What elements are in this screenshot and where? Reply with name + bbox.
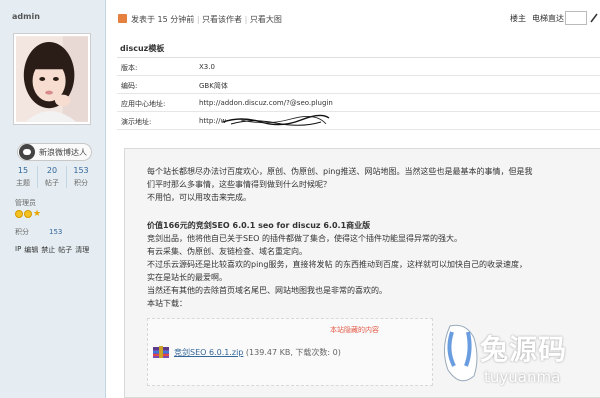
weibo-badge-button[interactable]: 新浪微博达人 [17,143,92,161]
ip-link[interactable]: IP [15,245,21,255]
posted-time: 发表于 15 分钟前 [131,15,195,24]
attachment-meta: (139.47 KB, 下载次数: 0) [245,348,341,357]
intro-line: 们平时那么多事情，这些事情得到做到什么时候呢？ [147,180,331,189]
info-value[interactable]: http://addon.discuz.com/?@seo.plugin [199,99,333,107]
points-label: 积分 [15,228,29,236]
smile-icon [24,210,32,218]
separator: | [244,15,248,24]
content-line: 当然还有其他的去除首页域名尾巴、网站地图我也是非常的喜欢的。 [147,286,387,295]
user-group[interactable]: 管理员 [15,198,36,208]
star-icon: ★ [33,209,42,219]
floor-number: 楼主 [510,14,526,23]
avatar[interactable] [13,33,91,125]
scribble-redaction [222,114,330,126]
stat-points[interactable]: 153 积分 [67,166,95,188]
clean-link[interactable]: 清理 [75,245,89,255]
stat-label: 帖子 [45,179,59,187]
weibo-icon [19,144,35,160]
intro-line: 不用怕，可以用攻击来完成。 [147,193,251,202]
watermark-subtext: tuyuanma [484,368,561,386]
info-key: 应用中心地址: [121,100,166,108]
stat-value: 15 [17,166,29,175]
rar-archive-icon [153,346,169,358]
info-key: 编码: [121,82,138,90]
post-meta: 发表于 15 分钟前 | 只看该作者 | 只看大图 [131,14,282,25]
attachment: 竞剑SEO 6.0.1.zip (139.47 KB, 下载次数: 0) [174,347,341,358]
info-key: 版本: [121,64,138,72]
author-name[interactable]: admin [12,12,40,21]
hidden-content-label: 本站隐藏的内容 [330,326,379,334]
attachment-link[interactable]: 竞剑SEO 6.0.1.zip [174,348,243,357]
jump-floor-input[interactable] [565,11,587,25]
content-line: 实在是站长的最爱啊。 [147,273,227,282]
weibo-badge-label: 新浪微博达人 [39,147,87,157]
stat-label: 主题 [16,179,30,187]
jump-arrow-icon[interactable] [589,12,599,24]
stat-label: 积分 [74,179,88,187]
content-title: 价值166元的竞剑SEO 6.0.1 seo for discuz 6.0.1商… [147,221,371,230]
stat-value: 20 [46,166,58,175]
info-row: 演示地址: http://w [117,112,600,130]
info-row: 应用中心地址: http://addon.discuz.com/?@seo.pl… [117,94,600,112]
content-line: 本站下载： [147,299,187,308]
online-status-icon [118,14,127,23]
separator: | [196,15,200,24]
info-table-title: discuz模板 [117,38,600,58]
only-author-link[interactable]: 只看该作者 [202,15,242,24]
info-value: GBK简体 [199,82,228,90]
avatar-image [16,36,88,122]
points-row: 积分 153 [15,227,62,237]
stat-posts[interactable]: 20 帖子 [38,166,66,188]
info-value: X3.0 [199,63,215,71]
watermark-text: 兔源码 [480,333,568,366]
author-stats: 15 主题 20 帖子 153 积分 [9,166,95,188]
points-value: 153 [49,228,63,236]
info-row: 编码: GBK简体 [117,76,600,94]
posts-link[interactable]: 帖子 [58,245,72,255]
smile-icon [15,210,23,218]
stat-value: 153 [73,166,89,175]
admin-links: IP 编辑 禁止 帖子 清理 [15,245,89,255]
ban-link[interactable]: 禁止 [41,245,55,255]
content-line: 不过乐云源码还是比较喜欢的ping服务，直接将发帖 的东西推动到百度，这样就可以… [147,260,527,269]
info-row: 版本: X3.0 [117,58,600,76]
content-line: 竞剑出品，他将他自已关于SEO 的插件都做了集合，使得这个插件功能显得异常的强大… [147,234,462,243]
intro-line: 每个站长都想尽办法讨百度欢心，原创、伪原创、ping推送、网站地图。当然这些也是… [147,167,533,176]
jump-label: 电梯直达 [532,14,564,23]
medal-row: ★ [15,209,42,219]
large-image-link[interactable]: 只看大图 [250,15,282,24]
edit-link[interactable]: 编辑 [24,245,38,255]
content-line: 有云采集、伪原创、友链检查、域名重定向。 [147,247,307,256]
info-key: 演示地址: [121,118,152,126]
stat-threads[interactable]: 15 主题 [9,166,37,188]
